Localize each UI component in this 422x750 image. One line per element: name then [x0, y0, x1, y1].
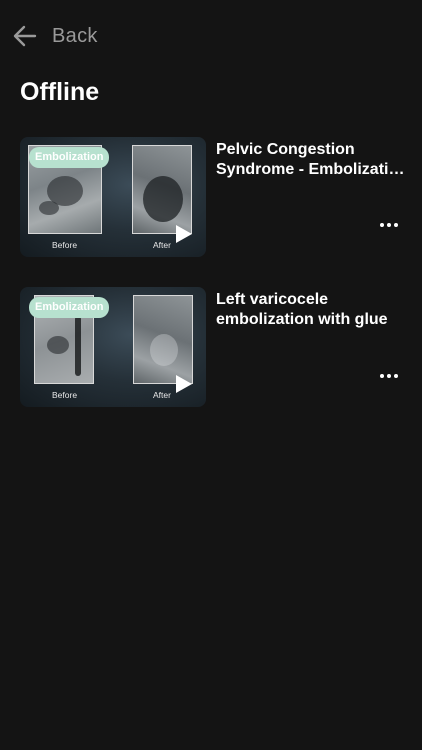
more-horizontal-icon [380, 374, 384, 378]
after-caption: After [153, 390, 171, 400]
video-thumbnail[interactable]: Embolization Before After [20, 137, 206, 257]
back-label: Back [52, 24, 98, 47]
after-caption: After [153, 240, 171, 250]
more-horizontal-icon [380, 223, 384, 227]
before-caption: Before [52, 240, 78, 250]
after-scan-image [132, 145, 192, 234]
after-scan-image [133, 295, 193, 384]
video-title[interactable]: Pelvic Congestion Syndrome - Embolizatio… [216, 140, 406, 180]
more-options-button[interactable] [377, 368, 401, 384]
video-item[interactable]: Embolization Before After Pelvic Congest… [0, 137, 422, 287]
video-title[interactable]: Left varicocele embolization with glue [216, 290, 406, 330]
before-caption: Before [52, 390, 78, 400]
back-button[interactable]: Back [0, 14, 110, 58]
page-title: Offline [20, 78, 100, 106]
offline-screen: Back Offline Embolization Before After P… [0, 0, 422, 750]
category-badge: Embolization [29, 297, 110, 318]
play-icon[interactable] [175, 374, 193, 394]
arrow-left-icon [13, 25, 37, 47]
category-badge: Embolization [29, 147, 110, 168]
video-thumbnail[interactable]: Embolization Before After [20, 287, 206, 407]
play-icon[interactable] [175, 224, 193, 244]
video-list: Embolization Before After Pelvic Congest… [0, 137, 422, 437]
top-bar: Back [0, 14, 422, 58]
video-item[interactable]: Embolization Before After Left varicocel… [0, 287, 422, 437]
more-options-button[interactable] [377, 217, 401, 233]
